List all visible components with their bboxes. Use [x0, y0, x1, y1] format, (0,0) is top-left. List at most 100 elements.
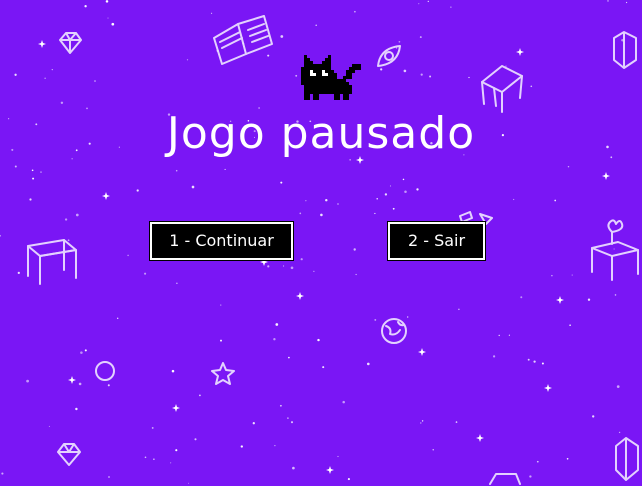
star-dot — [337, 455, 339, 458]
star-dot — [108, 476, 110, 478]
star-dot — [78, 382, 82, 386]
cat-sprite — [301, 55, 361, 100]
table-icon — [591, 219, 639, 281]
star-dot — [94, 80, 96, 82]
star-dot — [175, 449, 178, 452]
star-dot — [567, 165, 570, 168]
crystal-icon — [613, 31, 637, 69]
star-dot — [533, 360, 536, 363]
star-dot — [530, 85, 533, 88]
star-dot — [347, 478, 350, 481]
book-icon — [213, 15, 273, 65]
star-dot — [0, 234, 2, 237]
star-dot — [317, 338, 320, 342]
sparkle-icon — [102, 192, 110, 200]
sparkle-icon — [556, 296, 564, 304]
star-dot — [153, 458, 155, 460]
star-dot — [419, 36, 422, 39]
star-dot — [290, 421, 294, 424]
star-dot — [175, 169, 178, 172]
star-dot — [429, 75, 432, 78]
star-dot — [84, 5, 87, 8]
star-dot — [458, 308, 460, 311]
star-dot — [607, 0, 609, 2]
star-dot — [376, 198, 378, 200]
star-dot — [315, 24, 317, 26]
star-dot — [220, 339, 222, 342]
star-dot — [420, 422, 422, 424]
star-dot — [322, 366, 325, 369]
star-dot — [279, 404, 282, 407]
star-dot — [274, 444, 276, 447]
star-dot — [1, 472, 4, 475]
star-dot — [342, 400, 345, 404]
star-dot — [427, 0, 429, 3]
star-dot — [536, 460, 539, 463]
star-dot — [48, 425, 50, 427]
star-dot — [288, 356, 290, 359]
star-dot — [107, 384, 110, 387]
star-dot — [187, 482, 190, 484]
star-dot — [292, 466, 295, 470]
star-dot — [569, 324, 571, 327]
star-dot — [366, 362, 370, 366]
star-dot — [40, 171, 42, 173]
star-dot — [32, 177, 35, 180]
star-dot — [587, 298, 591, 301]
star-dot — [305, 200, 307, 202]
star-dot — [80, 351, 83, 354]
star-dot — [280, 35, 284, 38]
star-dot — [513, 198, 515, 201]
star-dot — [51, 68, 53, 71]
sparkle-icon — [602, 172, 610, 180]
star-dot — [374, 212, 376, 215]
star-dot — [60, 101, 64, 105]
star-dot — [44, 77, 46, 79]
star-dot — [616, 385, 620, 388]
continue-button[interactable]: 1 - Continuar — [149, 221, 294, 261]
star-dot — [295, 74, 298, 77]
sparkle-icon — [418, 348, 426, 356]
table-icon — [27, 239, 77, 285]
star-dot — [280, 181, 283, 184]
planet-icon — [381, 318, 407, 344]
gem-icon — [57, 443, 81, 466]
star-dot — [626, 1, 628, 4]
sparkle-icon — [544, 384, 552, 392]
star-dot — [571, 274, 573, 276]
star-dot — [84, 349, 87, 352]
star-dot — [392, 207, 395, 210]
star-dot — [287, 417, 289, 419]
star-dot — [171, 369, 175, 373]
sparkle-icon — [68, 376, 76, 384]
star-dot — [14, 165, 17, 168]
star-dot — [198, 394, 201, 397]
star-dot — [566, 457, 569, 460]
star-dot — [592, 415, 595, 418]
star-dot — [29, 198, 32, 201]
star-dot — [355, 273, 357, 276]
star-dot — [111, 22, 115, 26]
star-icon — [211, 362, 235, 385]
star-dot — [186, 59, 189, 61]
star-dot — [75, 407, 78, 411]
star-dot — [26, 379, 29, 383]
star-dot — [455, 421, 458, 423]
sparkle-icon — [38, 40, 46, 48]
sparkle-icon — [172, 404, 180, 412]
star-dot — [374, 318, 377, 321]
eye-icon — [377, 45, 401, 67]
exit-button[interactable]: 2 - Sair — [387, 221, 486, 261]
star-dot — [508, 334, 510, 336]
star-dot — [170, 462, 172, 464]
star-dot — [191, 185, 195, 189]
sparkle-icon — [476, 434, 484, 442]
star-dot — [541, 362, 544, 365]
star-dot — [17, 271, 20, 275]
star-dot — [283, 265, 285, 267]
star-dot — [300, 258, 303, 261]
star-dot — [520, 296, 523, 299]
star-dot — [267, 265, 270, 268]
star-dot — [290, 266, 294, 270]
star-dot — [299, 212, 302, 215]
